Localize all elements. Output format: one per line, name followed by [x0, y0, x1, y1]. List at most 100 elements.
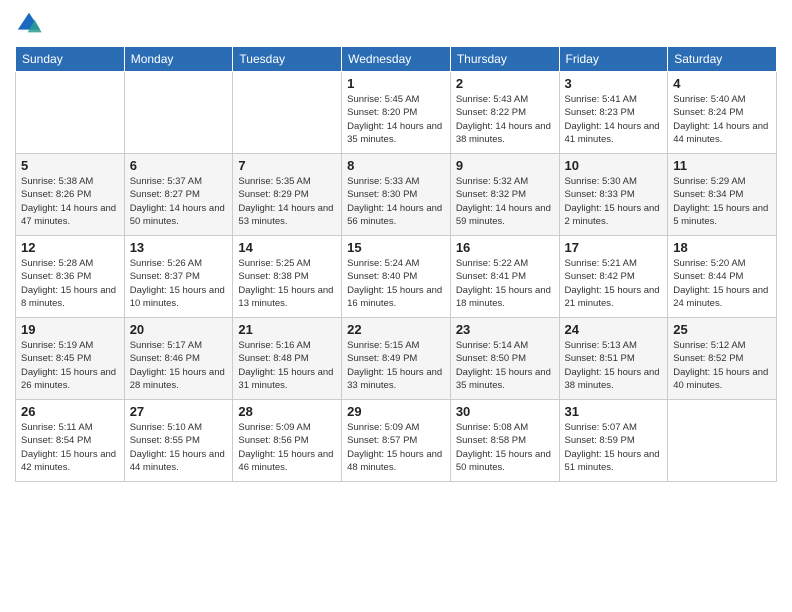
day-number: 20: [130, 322, 228, 337]
day-info: Sunrise: 5:30 AM Sunset: 8:33 PM Dayligh…: [565, 175, 663, 228]
weekday-header-row: Sunday Monday Tuesday Wednesday Thursday…: [16, 47, 777, 72]
calendar-cell: 10 Sunrise: 5:30 AM Sunset: 8:33 PM Dayli…: [559, 154, 668, 236]
calendar-cell: 18 Sunrise: 5:20 AM Sunset: 8:44 PM Dayli…: [668, 236, 777, 318]
day-number: 26: [21, 404, 119, 419]
calendar-cell: 30 Sunrise: 5:08 AM Sunset: 8:58 PM Dayli…: [450, 400, 559, 482]
day-number: 13: [130, 240, 228, 255]
header-friday: Friday: [559, 47, 668, 72]
calendar-cell: [16, 72, 125, 154]
day-info: Sunrise: 5:20 AM Sunset: 8:44 PM Dayligh…: [673, 257, 771, 310]
day-number: 6: [130, 158, 228, 173]
day-number: 25: [673, 322, 771, 337]
day-number: 3: [565, 76, 663, 91]
calendar-cell: 14 Sunrise: 5:25 AM Sunset: 8:38 PM Dayli…: [233, 236, 342, 318]
calendar-cell: 5 Sunrise: 5:38 AM Sunset: 8:26 PM Daylig…: [16, 154, 125, 236]
calendar-cell: [233, 72, 342, 154]
day-info: Sunrise: 5:26 AM Sunset: 8:37 PM Dayligh…: [130, 257, 228, 310]
calendar-cell: 24 Sunrise: 5:13 AM Sunset: 8:51 PM Dayli…: [559, 318, 668, 400]
day-info: Sunrise: 5:40 AM Sunset: 8:24 PM Dayligh…: [673, 93, 771, 146]
day-number: 10: [565, 158, 663, 173]
day-info: Sunrise: 5:09 AM Sunset: 8:57 PM Dayligh…: [347, 421, 445, 474]
calendar-cell: 2Sunrise: 5:43 AM Sunset: 8:22 PM Daylig…: [450, 72, 559, 154]
day-info: Sunrise: 5:10 AM Sunset: 8:55 PM Dayligh…: [130, 421, 228, 474]
header-monday: Monday: [124, 47, 233, 72]
calendar-table: Sunday Monday Tuesday Wednesday Thursday…: [15, 46, 777, 482]
day-info: Sunrise: 5:45 AM Sunset: 8:20 PM Dayligh…: [347, 93, 445, 146]
day-info: Sunrise: 5:35 AM Sunset: 8:29 PM Dayligh…: [238, 175, 336, 228]
day-number: 12: [21, 240, 119, 255]
day-info: Sunrise: 5:41 AM Sunset: 8:23 PM Dayligh…: [565, 93, 663, 146]
day-info: Sunrise: 5:11 AM Sunset: 8:54 PM Dayligh…: [21, 421, 119, 474]
calendar-cell: 19 Sunrise: 5:19 AM Sunset: 8:45 PM Dayli…: [16, 318, 125, 400]
calendar-cell: 16 Sunrise: 5:22 AM Sunset: 8:41 PM Dayli…: [450, 236, 559, 318]
day-number: 9: [456, 158, 554, 173]
day-info: Sunrise: 5:16 AM Sunset: 8:48 PM Dayligh…: [238, 339, 336, 392]
day-number: 27: [130, 404, 228, 419]
calendar-cell: 25 Sunrise: 5:12 AM Sunset: 8:52 PM Dayli…: [668, 318, 777, 400]
day-number: 28: [238, 404, 336, 419]
day-number: 30: [456, 404, 554, 419]
calendar-cell: 31 Sunrise: 5:07 AM Sunset: 8:59 PM Dayli…: [559, 400, 668, 482]
page-header: [15, 10, 777, 38]
day-number: 19: [21, 322, 119, 337]
calendar-cell: 28 Sunrise: 5:09 AM Sunset: 8:56 PM Dayli…: [233, 400, 342, 482]
day-number: 16: [456, 240, 554, 255]
day-info: Sunrise: 5:38 AM Sunset: 8:26 PM Dayligh…: [21, 175, 119, 228]
day-number: 17: [565, 240, 663, 255]
calendar-cell: 27 Sunrise: 5:10 AM Sunset: 8:55 PM Dayli…: [124, 400, 233, 482]
day-info: Sunrise: 5:21 AM Sunset: 8:42 PM Dayligh…: [565, 257, 663, 310]
calendar-cell: 13 Sunrise: 5:26 AM Sunset: 8:37 PM Dayli…: [124, 236, 233, 318]
day-number: 22: [347, 322, 445, 337]
calendar-cell: 7 Sunrise: 5:35 AM Sunset: 8:29 PM Daylig…: [233, 154, 342, 236]
day-number: 1: [347, 76, 445, 91]
day-info: Sunrise: 5:37 AM Sunset: 8:27 PM Dayligh…: [130, 175, 228, 228]
calendar-cell: 6 Sunrise: 5:37 AM Sunset: 8:27 PM Daylig…: [124, 154, 233, 236]
calendar-cell: [668, 400, 777, 482]
calendar-cell: 11 Sunrise: 5:29 AM Sunset: 8:34 PM Dayli…: [668, 154, 777, 236]
day-number: 18: [673, 240, 771, 255]
day-info: Sunrise: 5:15 AM Sunset: 8:49 PM Dayligh…: [347, 339, 445, 392]
day-number: 15: [347, 240, 445, 255]
calendar-cell: 3 Sunrise: 5:41 AM Sunset: 8:23 PM Daylig…: [559, 72, 668, 154]
header-tuesday: Tuesday: [233, 47, 342, 72]
day-number: 11: [673, 158, 771, 173]
day-number: 7: [238, 158, 336, 173]
logo: [15, 10, 47, 38]
calendar-cell: 20 Sunrise: 5:17 AM Sunset: 8:46 PM Dayli…: [124, 318, 233, 400]
page-container: Sunday Monday Tuesday Wednesday Thursday…: [0, 0, 792, 492]
header-sunday: Sunday: [16, 47, 125, 72]
day-number: 24: [565, 322, 663, 337]
day-info: Sunrise: 5:12 AM Sunset: 8:52 PM Dayligh…: [673, 339, 771, 392]
calendar-cell: 29 Sunrise: 5:09 AM Sunset: 8:57 PM Dayli…: [342, 400, 451, 482]
day-info: Sunrise: 5:22 AM Sunset: 8:41 PM Dayligh…: [456, 257, 554, 310]
day-info: Sunrise: 5:25 AM Sunset: 8:38 PM Dayligh…: [238, 257, 336, 310]
calendar-cell: 15 Sunrise: 5:24 AM Sunset: 8:40 PM Dayli…: [342, 236, 451, 318]
day-info: Sunrise: 5:08 AM Sunset: 8:58 PM Dayligh…: [456, 421, 554, 474]
day-number: 23: [456, 322, 554, 337]
calendar-cell: 17 Sunrise: 5:21 AM Sunset: 8:42 PM Dayli…: [559, 236, 668, 318]
calendar-cell: [124, 72, 233, 154]
header-saturday: Saturday: [668, 47, 777, 72]
day-number: 31: [565, 404, 663, 419]
day-number: 5: [21, 158, 119, 173]
day-number: 4: [673, 76, 771, 91]
day-info: Sunrise: 5:14 AM Sunset: 8:50 PM Dayligh…: [456, 339, 554, 392]
calendar-cell: 21 Sunrise: 5:16 AM Sunset: 8:48 PM Dayli…: [233, 318, 342, 400]
calendar-cell: 26 Sunrise: 5:11 AM Sunset: 8:54 PM Dayli…: [16, 400, 125, 482]
calendar-cell: 23 Sunrise: 5:14 AM Sunset: 8:50 PM Dayli…: [450, 318, 559, 400]
day-info: Sunrise: 5:13 AM Sunset: 8:51 PM Dayligh…: [565, 339, 663, 392]
day-number: 8: [347, 158, 445, 173]
calendar-cell: 4 Sunrise: 5:40 AM Sunset: 8:24 PM Daylig…: [668, 72, 777, 154]
day-number: 29: [347, 404, 445, 419]
day-info: Sunrise: 5:09 AM Sunset: 8:56 PM Dayligh…: [238, 421, 336, 474]
day-info: Sunrise: 5:24 AM Sunset: 8:40 PM Dayligh…: [347, 257, 445, 310]
day-info: Sunrise: 5:19 AM Sunset: 8:45 PM Dayligh…: [21, 339, 119, 392]
day-info: Sunrise: 5:29 AM Sunset: 8:34 PM Dayligh…: [673, 175, 771, 228]
header-thursday: Thursday: [450, 47, 559, 72]
day-number: 21: [238, 322, 336, 337]
day-info: Sunrise: 5:17 AM Sunset: 8:46 PM Dayligh…: [130, 339, 228, 392]
day-info: Sunrise: 5:43 AM Sunset: 8:22 PM Dayligh…: [456, 93, 554, 146]
calendar-body: 1 Sunrise: 5:45 AM Sunset: 8:20 PM Daylig…: [16, 72, 777, 482]
day-number: 14: [238, 240, 336, 255]
day-info: Sunrise: 5:07 AM Sunset: 8:59 PM Dayligh…: [565, 421, 663, 474]
